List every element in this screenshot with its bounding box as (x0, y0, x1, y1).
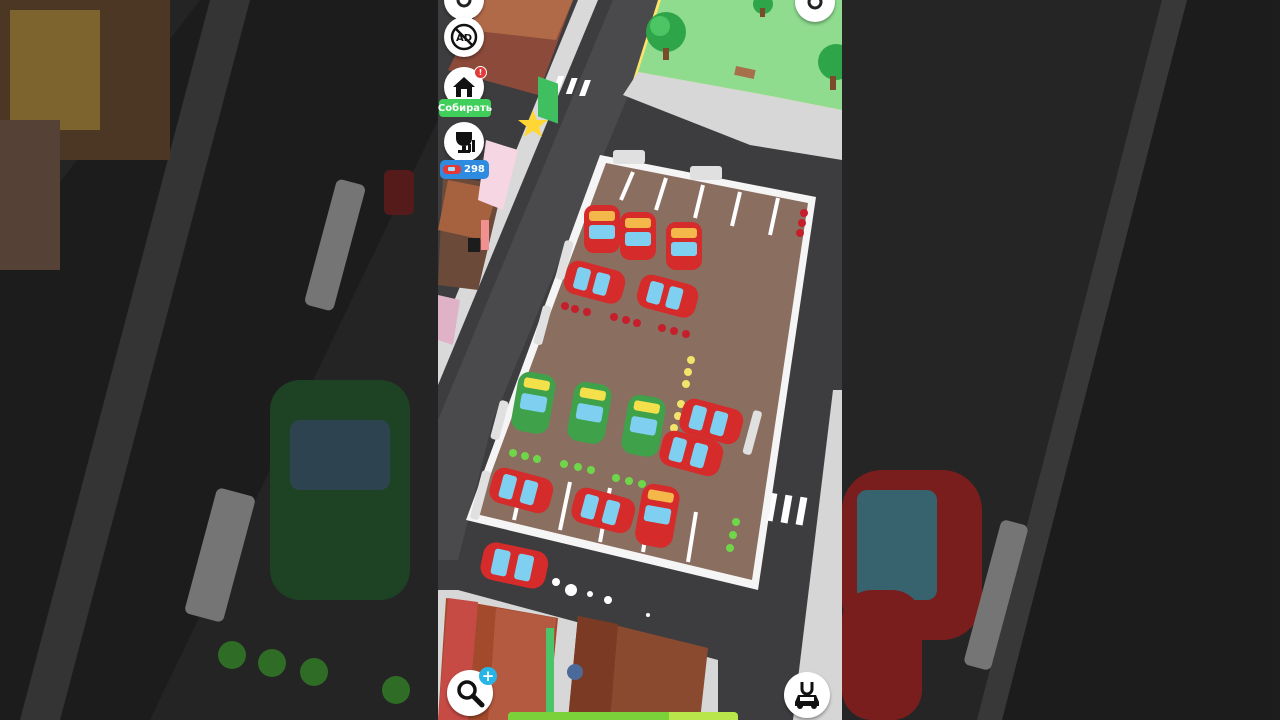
circle-icon (807, 0, 823, 10)
crosswalk-right (765, 492, 808, 526)
collect-button[interactable]: Собирать (438, 99, 492, 117)
trophy-button[interactable] (444, 122, 484, 162)
car-red (620, 212, 656, 260)
car-red (584, 205, 620, 253)
gear-icon (456, 0, 472, 8)
game-playfield[interactable] (438, 0, 842, 720)
magnifier-icon (457, 680, 485, 708)
parking-scene (438, 0, 842, 720)
no-ads-icon: AD (450, 23, 478, 51)
car-magnet-button[interactable] (784, 672, 830, 718)
house-alert-badge: ! (474, 66, 487, 79)
plus-badge: + (479, 667, 497, 685)
coin-counter: 298 (440, 160, 489, 179)
no-ads-button[interactable]: AD (444, 17, 484, 57)
house-icon (453, 77, 475, 97)
progress-fill (508, 712, 669, 720)
car-red (666, 222, 702, 270)
car-icon (443, 165, 461, 174)
blurred-backdrop-left (0, 0, 438, 720)
trophy-icon (456, 132, 475, 153)
car-magnet-icon (795, 682, 819, 709)
game-screen: AD ! Собирать 298 + (0, 0, 1280, 720)
blurred-backdrop-right (842, 0, 1280, 720)
coin-count: 298 (464, 164, 485, 175)
progress-bar (508, 712, 738, 720)
